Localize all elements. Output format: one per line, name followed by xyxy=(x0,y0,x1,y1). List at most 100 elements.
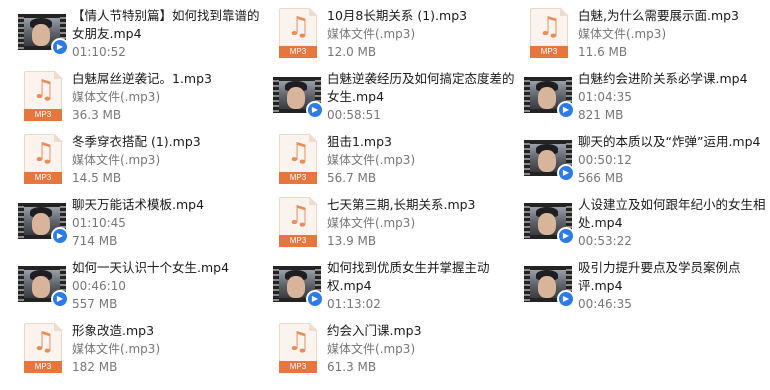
file-text: 人设建立及如何跟年纪小的女生相处.mp4 00:53:22 xyxy=(578,196,768,250)
file-type: 01:10:45 xyxy=(72,216,126,230)
mp3-bar-label: MP3 xyxy=(24,361,62,373)
file-item[interactable]: ▶ 白魅约会进阶关系必学课.mp4 01:04:35 821 MB xyxy=(516,69,766,125)
video-badge-icon: ▶ xyxy=(306,101,324,119)
file-text: 冬季穿衣搭配 (1).mp3 媒体文件(.mp3) 14.5 MB xyxy=(72,133,262,187)
video-thumbnail-icon: ▶ xyxy=(18,266,69,308)
file-text: 【情人节特别篇】如何找到靠谱的女朋友.mp4 01:10:52 xyxy=(72,7,262,61)
file-type: 媒体文件(.mp3) xyxy=(327,27,416,41)
mp3-file-icon: ♫ MP3 xyxy=(279,7,318,58)
file-detail: 714 MB xyxy=(72,234,118,248)
file-detail: 00:46:35 xyxy=(578,297,632,311)
file-text: 狙击1.mp3 媒体文件(.mp3) 56.7 MB xyxy=(327,133,517,187)
file-text: 白魅屌丝逆袭记。1.mp3 媒体文件(.mp3) 36.3 MB xyxy=(72,70,262,124)
file-item[interactable]: ▶ 白魅逆袭经历及如何搞定态度差的女生.mp4 00:58:51 xyxy=(265,69,515,125)
file-type: 媒体文件(.mp3) xyxy=(327,153,416,167)
file-text: 白魅逆袭经历及如何搞定态度差的女生.mp4 00:58:51 xyxy=(327,70,517,124)
video-badge-icon: ▶ xyxy=(51,38,69,56)
file-detail: 13.9 MB xyxy=(327,234,377,248)
file-detail: 11.6 MB xyxy=(578,45,628,59)
file-item[interactable]: ♫ MP3 白魅屌丝逆袭记。1.mp3 媒体文件(.mp3) 36.3 MB xyxy=(10,69,260,125)
file-text: 白魅约会进阶关系必学课.mp4 01:04:35 821 MB xyxy=(578,70,768,124)
file-item[interactable]: ♫ MP3 白魅,为什么需要展示面.mp3 媒体文件(.mp3) 11.6 MB xyxy=(516,6,766,62)
mp3-bar-label: MP3 xyxy=(24,172,62,184)
file-text: 白魅,为什么需要展示面.mp3 媒体文件(.mp3) 11.6 MB xyxy=(578,7,768,61)
file-detail: 36.3 MB xyxy=(72,108,122,122)
video-badge-icon: ▶ xyxy=(51,227,69,245)
video-badge-icon: ▶ xyxy=(557,101,575,119)
file-type: 媒体文件(.mp3) xyxy=(327,216,416,230)
file-name: 白魅约会进阶关系必学课.mp4 xyxy=(578,71,748,86)
file-name: 【情人节特别篇】如何找到靠谱的女朋友.mp4 xyxy=(72,8,260,41)
file-item[interactable]: ▶ 人设建立及如何跟年纪小的女生相处.mp4 00:53:22 xyxy=(516,195,766,251)
file-text: 如何一天认识十个女生.mp4 00:46:10 557 MB xyxy=(72,259,262,313)
mp3-bar-label: MP3 xyxy=(279,172,317,184)
video-badge-icon: ▶ xyxy=(51,290,69,308)
file-item[interactable]: ♫ MP3 七天第三期,长期关系.mp3 媒体文件(.mp3) 13.9 MB xyxy=(265,195,515,251)
mp3-file-icon: ♫ MP3 xyxy=(530,7,569,58)
file-type: 00:50:12 xyxy=(578,153,632,167)
file-item[interactable]: ▶ 吸引力提升要点及学员案例点评.mp4 00:46:35 xyxy=(516,258,766,314)
file-name: 人设建立及如何跟年纪小的女生相处.mp4 xyxy=(578,197,766,230)
file-name: 白魅屌丝逆袭记。1.mp3 xyxy=(72,71,212,86)
file-text: 聊天的本质以及“炸弹”运用.mp4 00:50:12 566 MB xyxy=(578,133,768,187)
mp3-bar-label: MP3 xyxy=(530,46,568,58)
file-item[interactable]: ▶ 【情人节特别篇】如何找到靠谱的女朋友.mp4 01:10:52 xyxy=(10,6,260,62)
video-thumbnail-icon: ▶ xyxy=(524,77,575,119)
file-text: 如何找到优质女生并掌握主动权.mp4 01:13:02 xyxy=(327,259,517,313)
mp3-file-icon: ♫ MP3 xyxy=(24,133,63,184)
file-detail: 566 MB xyxy=(578,171,624,185)
file-type: 00:46:10 xyxy=(72,279,126,293)
file-name: 狙击1.mp3 xyxy=(327,134,392,149)
mp3-bar-label: MP3 xyxy=(24,109,62,121)
file-name: 聊天的本质以及“炸弹”运用.mp4 xyxy=(578,134,761,149)
file-item[interactable]: ♫ MP3 约会入门课.mp3 媒体文件(.mp3) 61.3 MB xyxy=(265,321,515,377)
file-type: 媒体文件(.mp3) xyxy=(72,90,161,104)
file-name: 10月8长期关系 (1).mp3 xyxy=(327,8,468,23)
file-name: 约会入门课.mp3 xyxy=(327,323,422,338)
file-type: 媒体文件(.mp3) xyxy=(72,342,161,356)
file-detail: 14.5 MB xyxy=(72,171,122,185)
file-item[interactable]: ♫ MP3 10月8长期关系 (1).mp3 媒体文件(.mp3) 12.0 MB xyxy=(265,6,515,62)
file-detail: 557 MB xyxy=(72,297,118,311)
file-detail: 56.7 MB xyxy=(327,171,377,185)
file-text: 聊天万能话术模板.mp4 01:10:45 714 MB xyxy=(72,196,262,250)
file-item[interactable]: ♫ MP3 狙击1.mp3 媒体文件(.mp3) 56.7 MB xyxy=(265,132,515,188)
mp3-file-icon: ♫ MP3 xyxy=(279,196,318,247)
file-name: 形象改造.mp3 xyxy=(72,323,155,338)
video-badge-icon: ▶ xyxy=(557,164,575,182)
video-badge-icon: ▶ xyxy=(306,290,324,308)
file-type: 01:04:35 xyxy=(578,90,632,104)
file-name: 冬季穿衣搭配 (1).mp3 xyxy=(72,134,201,149)
mp3-bar-label: MP3 xyxy=(279,361,317,373)
file-item[interactable]: ♫ MP3 冬季穿衣搭配 (1).mp3 媒体文件(.mp3) 14.5 MB xyxy=(10,132,260,188)
mp3-bar-label: MP3 xyxy=(279,235,317,247)
file-name: 聊天万能话术模板.mp4 xyxy=(72,197,205,212)
file-detail: 01:10:52 xyxy=(72,45,126,59)
video-badge-icon: ▶ xyxy=(557,290,575,308)
file-name: 如何找到优质女生并掌握主动权.mp4 xyxy=(327,260,490,293)
file-item[interactable]: ▶ 聊天的本质以及“炸弹”运用.mp4 00:50:12 566 MB xyxy=(516,132,766,188)
video-thumbnail-icon: ▶ xyxy=(18,14,69,56)
file-type: 媒体文件(.mp3) xyxy=(72,153,161,167)
video-badge-icon: ▶ xyxy=(557,227,575,245)
file-detail: 00:58:51 xyxy=(327,108,381,122)
file-item[interactable]: ♫ MP3 形象改造.mp3 媒体文件(.mp3) 182 MB xyxy=(10,321,260,377)
file-text: 七天第三期,长期关系.mp3 媒体文件(.mp3) 13.9 MB xyxy=(327,196,517,250)
video-thumbnail-icon: ▶ xyxy=(273,266,324,308)
file-name: 七天第三期,长期关系.mp3 xyxy=(327,197,476,212)
file-type: 媒体文件(.mp3) xyxy=(578,27,667,41)
file-item[interactable]: ▶ 如何一天认识十个女生.mp4 00:46:10 557 MB xyxy=(10,258,260,314)
video-thumbnail-icon: ▶ xyxy=(524,140,575,182)
file-name: 如何一天认识十个女生.mp4 xyxy=(72,260,230,275)
file-text: 10月8长期关系 (1).mp3 媒体文件(.mp3) 12.0 MB xyxy=(327,7,517,61)
file-detail: 00:53:22 xyxy=(578,234,632,248)
file-item[interactable]: ▶ 聊天万能话术模板.mp4 01:10:45 714 MB xyxy=(10,195,260,251)
file-detail: 821 MB xyxy=(578,108,624,122)
file-name: 白魅逆袭经历及如何搞定态度差的女生.mp4 xyxy=(327,71,515,104)
file-name: 白魅,为什么需要展示面.mp3 xyxy=(578,8,740,23)
mp3-file-icon: ♫ MP3 xyxy=(24,70,63,121)
file-name: 吸引力提升要点及学员案例点评.mp4 xyxy=(578,260,741,293)
video-thumbnail-icon: ▶ xyxy=(524,203,575,245)
mp3-bar-label: MP3 xyxy=(279,46,317,58)
file-item[interactable]: ▶ 如何找到优质女生并掌握主动权.mp4 01:13:02 xyxy=(265,258,515,314)
